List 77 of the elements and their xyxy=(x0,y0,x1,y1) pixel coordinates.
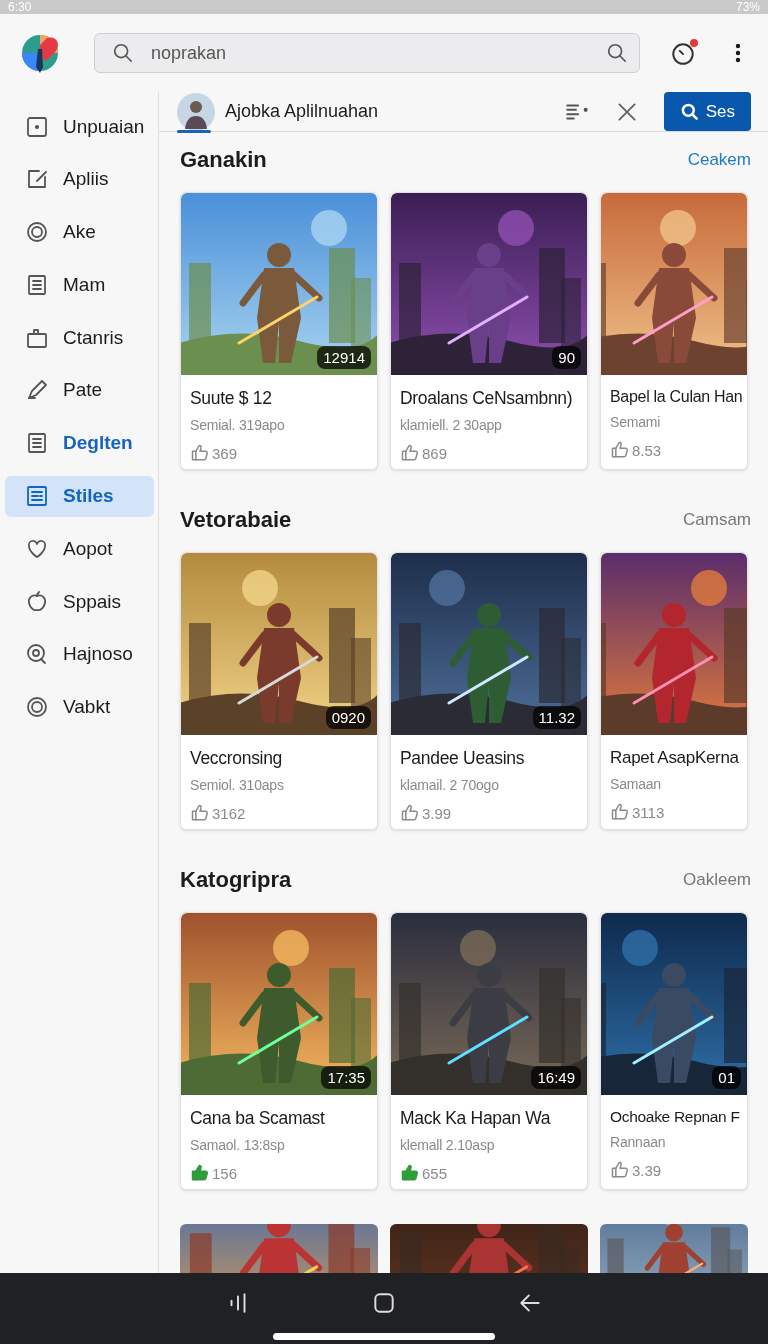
rating-count: 655 xyxy=(422,1164,448,1182)
game-title: Veccronsing xyxy=(190,748,283,769)
game-card[interactable]: Bapel la Culan Han Semami 8.53 xyxy=(600,192,748,470)
search-icon xyxy=(25,642,49,667)
game-card[interactable]: 01 Ochoake Repnan F Rannaan 3.39 xyxy=(600,912,748,1190)
game-title: Ochoake Repnan F xyxy=(610,1108,740,1126)
grid-list-icon xyxy=(25,484,49,509)
game-card[interactable]: 11.32 Pandee Ueasins klamail. 2 70ogo 3.99 xyxy=(390,552,588,830)
avatar[interactable] xyxy=(177,92,215,131)
time-badge: 16:49 xyxy=(531,1066,581,1089)
search-icon xyxy=(679,101,700,122)
sidebar-item[interactable]: Aopot xyxy=(5,528,154,570)
time-badge: 01 xyxy=(712,1066,741,1089)
time-badge: 90 xyxy=(552,346,581,369)
sidebar-item[interactable]: Pate xyxy=(5,370,154,411)
rating-count: 869 xyxy=(422,444,448,462)
game-card[interactable]: 90 Droalans CeNsambnn) klamiell. 2 30app 869 xyxy=(390,192,588,470)
sidebar-item[interactable]: Ake xyxy=(5,211,154,253)
list-icon xyxy=(25,431,49,456)
rating-count: 156 xyxy=(212,1164,238,1182)
rating-count: 3113 xyxy=(632,803,665,821)
section-title: Vetorabaie xyxy=(180,507,292,533)
game-title: Bapel la Culan Han xyxy=(610,388,743,406)
time-badge: 12914 xyxy=(317,346,371,369)
game-subtitle: klamiell. 2 30app xyxy=(400,417,502,433)
time-badge: 11.32 xyxy=(532,706,581,729)
section-link[interactable]: Ceakem xyxy=(687,150,751,170)
page-title: Ajobka Aplilnuahan xyxy=(225,101,380,122)
game-subtitle: Rannaan xyxy=(610,1134,666,1150)
rating-count: 3.99 xyxy=(422,804,452,822)
section-link[interactable]: Camsam xyxy=(683,510,751,530)
sidebar-item[interactable]: Hajnoso xyxy=(5,633,154,675)
sidebar-item[interactable]: Mam xyxy=(5,264,154,306)
sidebar-item[interactable]: Vabkt xyxy=(5,686,154,728)
game-card[interactable]: 0920 Veccronsing Semiol. 310aps 3162 xyxy=(180,552,378,830)
sidebar-item[interactable]: Deglten xyxy=(5,422,154,464)
game-card[interactable]: 16:49 Mack Ka Hapan Wa klemall 2.10asp 655 xyxy=(390,912,588,1190)
sidebar-item[interactable]: Apliis xyxy=(5,158,154,200)
game-subtitle: Semial. 319apo xyxy=(190,417,285,433)
game-title: Suute $ 12 xyxy=(190,388,272,409)
game-subtitle: Samaan xyxy=(610,776,661,792)
game-title: Droalans CeNsambnn) xyxy=(400,388,573,409)
game-subtitle: klemall 2.10asp xyxy=(400,1137,495,1153)
search-icon[interactable] xyxy=(606,42,628,64)
sidebar-item[interactable]: Sppais xyxy=(5,581,154,623)
game-title: Rapet AsapKerna xyxy=(610,748,739,768)
home-icon[interactable] xyxy=(371,1290,397,1316)
rating-count: 3162 xyxy=(212,804,246,822)
ring-icon xyxy=(25,695,49,720)
sidebar-item[interactable]: Stiles xyxy=(5,475,154,517)
sidebar-item[interactable]: Unpuaian xyxy=(5,106,154,147)
game-subtitle: Semami xyxy=(610,414,661,430)
search-button[interactable]: Ses xyxy=(663,92,751,131)
list-icon xyxy=(25,272,49,297)
rating-count: 3.39 xyxy=(632,1161,662,1179)
game-card[interactable]: 12914 Suute $ 12 Semial. 319apo 369 xyxy=(180,192,378,470)
section-title: Ganakin xyxy=(180,147,267,173)
rating-count: 8.53 xyxy=(632,441,662,459)
rating-count: 369 xyxy=(212,444,238,462)
section-title: Katogripra xyxy=(180,867,292,893)
game-title: Mack Ka Hapan Wa xyxy=(400,1108,551,1129)
search-field[interactable]: noprakan xyxy=(94,33,640,73)
game-title: Pandee Ueasins xyxy=(400,748,525,769)
search-icon xyxy=(112,42,134,64)
sidebar-item[interactable]: Ctanris xyxy=(5,317,154,359)
game-card[interactable]: Rapet AsapKerna Samaan 3113 xyxy=(600,552,748,830)
game-subtitle: Samaol. 13:8sp xyxy=(190,1137,285,1153)
game-subtitle: Semiol. 310aps xyxy=(190,777,284,793)
time-badge: 0920 xyxy=(325,706,371,729)
ring-icon xyxy=(25,220,49,245)
game-card[interactable]: 17:35 Cana ba Scamast Samaol. 13:8sp 156 xyxy=(180,912,378,1190)
game-title: Cana ba Scamast xyxy=(190,1108,325,1129)
game-subtitle: klamail. 2 70ogo xyxy=(400,777,499,793)
section-link[interactable]: Oakleem xyxy=(682,870,751,890)
timer-icon[interactable] xyxy=(670,40,696,66)
apple-icon xyxy=(25,589,49,614)
time-badge: 17:35 xyxy=(321,1066,371,1089)
